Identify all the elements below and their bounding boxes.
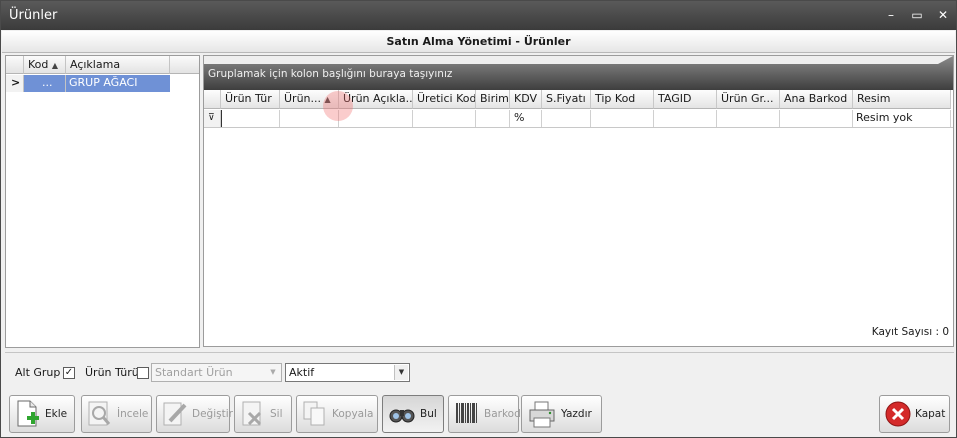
filter-cell-uretici-kod[interactable] (413, 110, 476, 127)
copy-icon (302, 399, 328, 429)
filter-cell-satis-fiyati[interactable] (542, 110, 591, 127)
find-button[interactable]: Bul (382, 395, 444, 433)
column-header-aciklama[interactable]: Açıklama (66, 56, 170, 74)
alt-grup-checkbox[interactable]: ✓ (63, 367, 75, 379)
column-header-birim[interactable]: Birim (476, 90, 510, 109)
filter-cell-urun-grubu[interactable] (717, 110, 780, 127)
inspect-button[interactable]: İncele (81, 395, 152, 433)
close-button-label: Kapat (915, 408, 946, 420)
find-button-label: Bul (420, 408, 437, 420)
column-header-satis-fiyati[interactable]: S.Fiyatı (542, 90, 591, 109)
edit-button-label: Değiştir (192, 408, 233, 420)
copy-button[interactable]: Kopyala (296, 395, 378, 433)
filter-cell-tagid[interactable] (654, 110, 717, 127)
printer-icon (527, 399, 557, 429)
sort-ascending-icon: ▲ (51, 61, 59, 70)
window-controls: – ▭ ✕ (884, 1, 950, 30)
tree-cell-aciklama[interactable]: GRUP AĞACI (66, 75, 170, 92)
barcode-button-label: Barkod (484, 408, 521, 420)
products-grid[interactable]: Gruplamak için kolon başlığını buraya ta… (203, 55, 954, 347)
title-bar: Ürünler – ▭ ✕ (1, 1, 956, 30)
add-button[interactable]: Ekle (9, 395, 75, 433)
column-header-urun-label: Ürün... (284, 92, 322, 105)
filter-cell-urun-tur[interactable] (221, 110, 280, 127)
group-tree-grid[interactable]: Kod ▲ Açıklama > ... GRUP AĞACI (5, 55, 200, 348)
header-filler (170, 56, 199, 74)
print-button[interactable]: Yazdır (521, 395, 602, 433)
column-header-tip-kod[interactable]: Tip Kod (591, 90, 654, 109)
row-indicator-header (6, 56, 24, 74)
group-panel-notch (204, 56, 953, 64)
column-header-aciklama-label: Açıklama (70, 58, 121, 71)
urun-turu-select-value: Standart Ürün (155, 366, 233, 379)
barcode-button[interactable]: Barkod (448, 395, 521, 433)
binoculars-icon (388, 399, 416, 429)
column-header-ana-barkod[interactable]: Ana Barkod (780, 90, 853, 109)
chevron-down-icon: ▼ (266, 365, 280, 380)
column-header-kod[interactable]: Kod ▲ (24, 56, 66, 74)
filter-cell-kdv[interactable]: % (510, 110, 542, 127)
alt-grup-label: Alt Grup (15, 366, 61, 379)
edit-button[interactable]: Değiştir (156, 395, 233, 433)
filter-cell-resim[interactable]: Resim yok (853, 110, 951, 127)
filter-cell-birim[interactable] (476, 110, 510, 127)
touch-indicator (323, 91, 353, 121)
delete-button[interactable]: Sil (234, 395, 292, 433)
column-header-kdv[interactable]: KDV (510, 90, 542, 109)
urun-turu-checkbox[interactable] (137, 367, 149, 379)
minimize-icon[interactable]: – (884, 1, 898, 30)
column-header-tagid[interactable]: TAGID (654, 90, 717, 109)
status-select[interactable]: Aktif ▼ (285, 363, 410, 382)
add-document-icon (15, 399, 41, 429)
delete-button-label: Sil (270, 408, 283, 420)
urun-turu-select[interactable]: Standart Ürün ▼ (151, 363, 282, 382)
status-select-value: Aktif (289, 366, 315, 379)
column-header-uretici-kod[interactable]: Üretici Kod (413, 90, 476, 109)
close-red-icon (885, 399, 911, 429)
urun-turu-label: Ürün Türü (85, 366, 139, 379)
tree-cell-kod[interactable]: ... (24, 75, 66, 92)
column-header-resim[interactable]: Resim (853, 90, 951, 109)
column-header-kod-label: Kod (28, 58, 49, 71)
magnifier-icon (87, 399, 113, 429)
maximize-icon[interactable]: ▭ (910, 1, 924, 30)
edit-pencil-icon (162, 399, 188, 429)
barcode-icon (454, 399, 480, 429)
window-title: Ürünler (9, 8, 58, 23)
page-title: Satın Alma Yönetimi - Ürünler (2, 31, 955, 53)
column-header-urun-grubu[interactable]: Ürün Gr... (717, 90, 780, 109)
auto-filter-row[interactable]: ⊽ % Resim yok (204, 110, 953, 128)
filter-cell-tip-kod[interactable] (591, 110, 654, 127)
copy-button-label: Kopyala (332, 408, 374, 420)
row-indicator-header (204, 90, 221, 109)
record-count: Kayıt Sayısı : 0 (871, 326, 949, 338)
close-icon[interactable]: ✕ (936, 1, 950, 30)
group-panel[interactable]: Gruplamak için kolon başlığını buraya ta… (204, 56, 953, 90)
inspect-button-label: İncele (117, 408, 149, 420)
row-indicator-icon[interactable]: > (6, 75, 24, 92)
filter-icon[interactable]: ⊽ (204, 110, 221, 127)
filter-cell-ana-barkod[interactable] (780, 110, 853, 127)
close-button[interactable]: Kapat (879, 395, 950, 433)
print-button-label: Yazdır (561, 408, 592, 420)
add-button-label: Ekle (45, 408, 68, 420)
group-panel-hint: Gruplamak için kolon başlığını buraya ta… (208, 68, 453, 80)
products-window: Ürünler – ▭ ✕ Satın Alma Yönetimi - Ürün… (0, 0, 957, 438)
column-header-urun-tur[interactable]: Ürün Tür (221, 90, 280, 109)
chevron-down-icon: ▼ (394, 365, 408, 380)
delete-document-icon (240, 399, 266, 429)
filter-bar: Alt Grup ✓ Ürün Türü Standart Ürün ▼ Akt… (5, 352, 954, 392)
